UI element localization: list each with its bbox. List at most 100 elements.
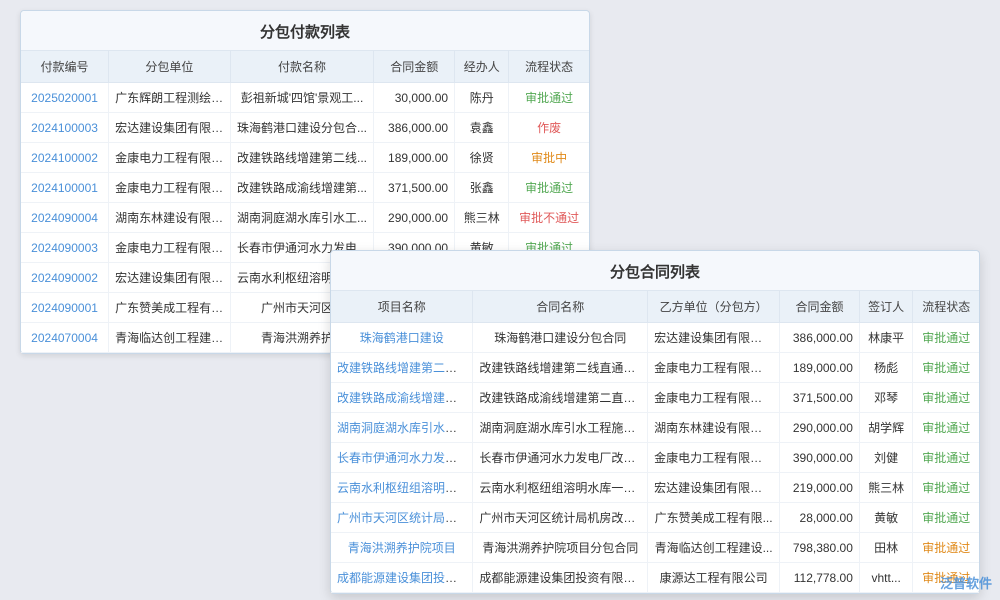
cell-payment-name: 湖南洞庭湖水库引水工... xyxy=(230,203,374,233)
cell-signer: 胡学辉 xyxy=(859,413,913,443)
cell-operator: 熊三林 xyxy=(455,203,509,233)
cell-signer: 田林 xyxy=(859,533,913,563)
cell-signer: 邓琴 xyxy=(859,383,913,413)
col-party-b: 乙方单位（分包方） xyxy=(648,291,780,323)
cell-payment-id[interactable]: 2024100003 xyxy=(21,113,109,143)
col-contract-name: 合同名称 xyxy=(473,291,648,323)
cell-operator: 袁鑫 xyxy=(455,113,509,143)
cell-project[interactable]: 改建铁路成渝线增建第二直通线... xyxy=(331,383,473,413)
table-row: 青海洪溯养护院项目 青海洪溯养护院项目分包合同 青海临达创工程建设... 798… xyxy=(331,533,979,563)
cell-project[interactable]: 青海洪溯养护院项目 xyxy=(331,533,473,563)
cell-payment-id[interactable]: 2024090001 xyxy=(21,293,109,323)
cell-party-b: 广东赞美成工程有限... xyxy=(648,503,780,533)
cell-amount: 371,500.00 xyxy=(374,173,455,203)
col-contract-amount: 合同金额 xyxy=(780,291,860,323)
cell-flow-status: 审批通过 xyxy=(913,473,979,503)
cell-payment-name: 改建铁路成渝线增建第... xyxy=(230,173,374,203)
table-row: 成都能源建设集团投资有限公司... 成都能源建设集团投资有限公司临时办... 康… xyxy=(331,563,979,593)
table-row: 改建铁路线增建第二线直通线（... 改建铁路线增建第二线直通线（成都-西... … xyxy=(331,353,979,383)
cell-payment-name: 珠海鹤港口建设分包合... xyxy=(230,113,374,143)
contract-table: 项目名称 合同名称 乙方单位（分包方） 合同金额 签订人 流程状态 珠海鹤港口建… xyxy=(331,291,979,593)
panel1-title: 分包付款列表 xyxy=(21,11,589,51)
cell-signer: vhtt... xyxy=(859,563,913,593)
cell-status: 作废 xyxy=(509,113,589,143)
cell-payment-id[interactable]: 2024090003 xyxy=(21,233,109,263)
cell-party-b: 宏达建设集团有限公司 xyxy=(648,473,780,503)
cell-contract: 青海洪溯养护院项目分包合同 xyxy=(473,533,648,563)
table-row: 2025020001 广东辉朗工程测绘公司 彭祖新城'四馆'景观工... 30,… xyxy=(21,83,589,113)
cell-payment-id[interactable]: 2025020001 xyxy=(21,83,109,113)
cell-company: 金康电力工程有限公司 xyxy=(109,143,231,173)
cell-status: 审批中 xyxy=(509,143,589,173)
cell-payment-id[interactable]: 2024070004 xyxy=(21,323,109,353)
cell-amount: 30,000.00 xyxy=(374,83,455,113)
cell-flow-status: 审批通过 xyxy=(913,413,979,443)
cell-project[interactable]: 改建铁路线增建第二线直通线（... xyxy=(331,353,473,383)
cell-signer: 熊三林 xyxy=(859,473,913,503)
cell-project[interactable]: 广州市天河区统计局机房改造项目 xyxy=(331,503,473,533)
cell-contract: 长春市伊通河水力发电厂改建工程分包... xyxy=(473,443,648,473)
cell-project[interactable]: 珠海鹤港口建设 xyxy=(331,323,473,353)
cell-contract: 珠海鹤港口建设分包合同 xyxy=(473,323,648,353)
cell-company: 金康电力工程有限公司 xyxy=(109,233,231,263)
col-company: 分包单位 xyxy=(109,51,231,83)
cell-flow-status: 审批通过 xyxy=(913,353,979,383)
col-amount: 合同金额 xyxy=(374,51,455,83)
cell-company: 青海临达创工程建设有... xyxy=(109,323,231,353)
table-row: 湖南洞庭湖水库引水工程施工标 湖南洞庭湖水库引水工程施工标分包合同 湖南东林建设… xyxy=(331,413,979,443)
table-row: 2024100003 宏达建设集团有限公司 珠海鹤港口建设分包合... 386,… xyxy=(21,113,589,143)
cell-flow-status: 审批通过 xyxy=(913,443,979,473)
cell-amount: 219,000.00 xyxy=(780,473,860,503)
cell-amount: 28,000.00 xyxy=(780,503,860,533)
cell-status: 审批通过 xyxy=(509,83,589,113)
cell-amount: 386,000.00 xyxy=(780,323,860,353)
cell-project[interactable]: 长春市伊通河水力发电厂改建工程 xyxy=(331,443,473,473)
cell-flow-status: 审批通过 xyxy=(913,533,979,563)
cell-project[interactable]: 湖南洞庭湖水库引水工程施工标 xyxy=(331,413,473,443)
cell-party-b: 青海临达创工程建设... xyxy=(648,533,780,563)
cell-status: 审批通过 xyxy=(509,173,589,203)
cell-signer: 刘健 xyxy=(859,443,913,473)
cell-company: 宏达建设集团有限公司 xyxy=(109,263,231,293)
panel-subcontract-contract: 分包合同列表 项目名称 合同名称 乙方单位（分包方） 合同金额 签订人 流程状态… xyxy=(330,250,980,594)
col-payment-name: 付款名称 xyxy=(230,51,374,83)
cell-company: 金康电力工程有限公司 xyxy=(109,173,231,203)
table-row: 云南水利枢纽组溶明水库一期工程... 云南水利枢纽组溶明水库一期工程施工标...… xyxy=(331,473,979,503)
cell-amount: 386,000.00 xyxy=(374,113,455,143)
col-operator: 经办人 xyxy=(455,51,509,83)
col-flow-status: 流程状态 xyxy=(913,291,979,323)
cell-party-b: 湖南东林建设有限公司 xyxy=(648,413,780,443)
cell-payment-id[interactable]: 2024090004 xyxy=(21,203,109,233)
cell-flow-status: 审批通过 xyxy=(913,323,979,353)
col-project-name: 项目名称 xyxy=(331,291,473,323)
cell-company: 广东赞美成工程有公司 xyxy=(109,293,231,323)
watermark: 泛普软件 xyxy=(940,573,992,592)
cell-project[interactable]: 云南水利枢纽组溶明水库一期工程... xyxy=(331,473,473,503)
cell-payment-id[interactable]: 2024100001 xyxy=(21,173,109,203)
cell-amount: 290,000.00 xyxy=(374,203,455,233)
cell-contract: 湖南洞庭湖水库引水工程施工标分包合同 xyxy=(473,413,648,443)
cell-flow-status: 审批通过 xyxy=(913,383,979,413)
cell-party-b: 金康电力工程有限公司 xyxy=(648,353,780,383)
contract-table-header: 项目名称 合同名称 乙方单位（分包方） 合同金额 签订人 流程状态 xyxy=(331,291,979,323)
cell-amount: 798,380.00 xyxy=(780,533,860,563)
cell-company: 广东辉朗工程测绘公司 xyxy=(109,83,231,113)
table-row: 长春市伊通河水力发电厂改建工程 长春市伊通河水力发电厂改建工程分包... 金康电… xyxy=(331,443,979,473)
cell-contract: 改建铁路成渝线增建第二直通线（成渝... xyxy=(473,383,648,413)
cell-status: 审批不通过 xyxy=(509,203,589,233)
cell-signer: 黄敏 xyxy=(859,503,913,533)
cell-company: 宏达建设集团有限公司 xyxy=(109,113,231,143)
cell-operator: 张鑫 xyxy=(455,173,509,203)
cell-amount: 390,000.00 xyxy=(780,443,860,473)
cell-contract: 改建铁路线增建第二线直通线（成都-西... xyxy=(473,353,648,383)
cell-payment-id[interactable]: 2024100002 xyxy=(21,143,109,173)
cell-project[interactable]: 成都能源建设集团投资有限公司... xyxy=(331,563,473,593)
table-row: 改建铁路成渝线增建第二直通线... 改建铁路成渝线增建第二直通线（成渝... 金… xyxy=(331,383,979,413)
table-row: 珠海鹤港口建设 珠海鹤港口建设分包合同 宏达建设集团有限公司 386,000.0… xyxy=(331,323,979,353)
cell-signer: 杨彪 xyxy=(859,353,913,383)
cell-party-b: 康源达工程有限公司 xyxy=(648,563,780,593)
cell-amount: 371,500.00 xyxy=(780,383,860,413)
cell-signer: 林康平 xyxy=(859,323,913,353)
cell-payment-id[interactable]: 2024090002 xyxy=(21,263,109,293)
table-row: 2024100001 金康电力工程有限公司 改建铁路成渝线增建第... 371,… xyxy=(21,173,589,203)
